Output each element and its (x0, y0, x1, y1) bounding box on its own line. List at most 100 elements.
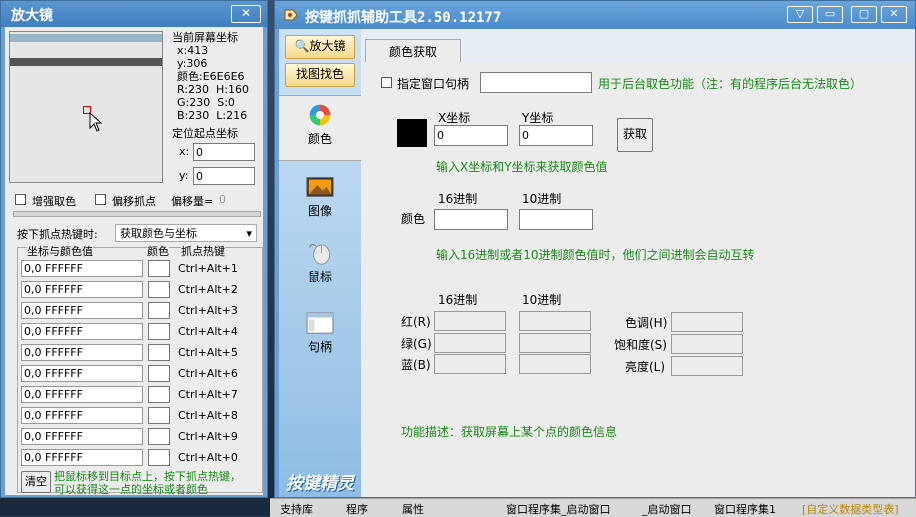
xy-hint: 输入X坐标和Y坐标来获取颜色值 (436, 160, 608, 174)
ide-tab-item[interactable]: 窗口程序集_启动窗口 (506, 501, 611, 517)
color-swatch-cell (148, 302, 170, 319)
sidebar-item-color-label: 颜色 (307, 132, 332, 146)
window-icon (306, 312, 334, 334)
blue-dec-box (519, 354, 591, 374)
color-swatch-cell (148, 407, 170, 424)
offset-checkbox[interactable] (95, 194, 106, 205)
coord-value-cell[interactable]: 0,0 FFFFFF (21, 344, 143, 361)
y-info: y:306 (177, 57, 208, 70)
offset-label: 偏移抓点 (112, 195, 156, 208)
blue-hex-box (434, 354, 506, 374)
find-image-button[interactable]: 找图找色 (285, 63, 355, 87)
specify-window-checkbox[interactable] (381, 77, 392, 88)
sidebar: 🔍放大镜 找图找色 颜色 图像 鼠标 句柄 按键精灵 (279, 29, 361, 497)
dropdown-menu-button[interactable]: ▽ (787, 6, 813, 23)
rh-info: R:230 H:160 (177, 83, 249, 96)
x-coord-label: X坐标 (438, 111, 471, 125)
coord-value-cell[interactable]: 0,0 FFFFFF (21, 386, 143, 403)
coord-value-cell[interactable]: 0,0 FFFFFF (21, 323, 143, 340)
sidebar-item-mouse[interactable]: 鼠标 (283, 241, 357, 285)
color-swatch-cell (148, 449, 170, 466)
ide-tab-strip: 支持库 程序 属性 窗口程序集_启动窗口 _启动窗口 窗口程序集1 [自定义数据类型表] (270, 498, 916, 517)
magnifier-body: 当前屏幕坐标 x:413 y:306 颜色:E6E6E6 R:230 H:160… (5, 27, 263, 496)
sidebar-item-image-label: 图像 (307, 204, 332, 218)
sidebar-item-handle-label: 句柄 (307, 340, 332, 354)
sidebar-item-color[interactable]: 颜色 (283, 103, 357, 147)
convert-hint: 输入16进制或者10进制颜色值时，他们之间进制会自动互转 (436, 248, 755, 262)
hotkey-cell: Ctrl+Alt+8 (178, 409, 238, 422)
hotkey-cell: Ctrl+Alt+3 (178, 304, 238, 317)
splitter-handle[interactable] (13, 211, 261, 217)
origin-y-input[interactable] (193, 167, 255, 185)
ide-tab-item[interactable]: 属性 (402, 501, 424, 517)
magnifier-button-label: 放大镜 (309, 39, 346, 53)
red-label: 红(R) (401, 315, 431, 329)
main-titlebar[interactable]: 按键抓抓辅助工具2.50.12177 ▽ ▭ ▢ ✕ (275, 1, 915, 29)
hotkey-cell: Ctrl+Alt+7 (178, 388, 238, 401)
magnified-view (9, 31, 163, 183)
saturation-label: 饱和度(S) (614, 338, 667, 352)
magnified-strip-light (10, 34, 162, 42)
close-button[interactable]: ✕ (881, 6, 907, 23)
magnifier-button[interactable]: 🔍放大镜 (285, 35, 355, 59)
coord-value-cell[interactable]: 0,0 FFFFFF (21, 260, 143, 277)
hotkey-cell: Ctrl+Alt+6 (178, 367, 238, 380)
sidebar-item-mouse-label: 鼠标 (307, 270, 332, 284)
coord-value-cell[interactable]: 0,0 FFFFFF (21, 428, 143, 445)
origin-x-label: x: (179, 145, 190, 158)
maximize-button[interactable]: ▢ (851, 6, 877, 23)
hex-color-input[interactable] (434, 209, 508, 230)
origin-x-input[interactable] (193, 143, 255, 161)
specify-window-label: 指定窗口句柄 (397, 77, 470, 91)
ide-tab-item[interactable]: [自定义数据类型表] (802, 501, 899, 517)
sidebar-item-handle[interactable]: 句柄 (283, 311, 357, 355)
main-title: 按键抓抓辅助工具2.50.12177 (305, 10, 502, 26)
blue-label: 蓝(B) (401, 358, 431, 372)
y-coord-label: Y坐标 (522, 111, 554, 125)
green-label: 绿(G) (401, 337, 432, 351)
mouse-cursor-icon (89, 112, 103, 132)
sidebar-item-image[interactable]: 图像 (283, 175, 357, 219)
magnified-strip-dark (10, 58, 162, 66)
app-icon (284, 9, 298, 21)
hint-line2: 可以获得这一点的坐标或者颜色 (54, 483, 208, 496)
magnifier-close-button[interactable]: ✕ (231, 5, 261, 23)
hotkey-select[interactable]: 获取颜色与坐标 ▾ (115, 224, 257, 242)
magnifier-titlebar[interactable]: 放大镜 (1, 1, 267, 27)
ide-tab-item[interactable]: 支持库 (280, 501, 313, 517)
hue-box (671, 312, 743, 332)
ide-tab-item[interactable]: 窗口程序集1 (714, 501, 776, 517)
hex-label-2: 16进制 (438, 293, 478, 307)
dec-color-input[interactable] (519, 209, 593, 230)
coord-value-cell[interactable]: 0,0 FFFFFF (21, 449, 143, 466)
color-swatch-cell (148, 344, 170, 361)
hotkey-label: 按下抓点热键时: (17, 228, 98, 241)
x-coord-input[interactable] (434, 125, 508, 146)
coord-value-cell[interactable]: 0,0 FFFFFF (21, 407, 143, 424)
bl-info: B:230 L:216 (177, 109, 248, 122)
clear-button[interactable]: 清空 (21, 471, 51, 493)
get-color-button[interactable]: 获取 (617, 118, 653, 152)
gs-info: G:230 S:0 (177, 96, 235, 109)
coord-value-cell[interactable]: 0,0 FFFFFF (21, 281, 143, 298)
coord-value-cell[interactable]: 0,0 FFFFFF (21, 365, 143, 382)
ide-tab-item[interactable]: _启动窗口 (642, 501, 692, 517)
ide-tab-item[interactable]: 程序 (346, 501, 368, 517)
hotkey-cell: Ctrl+Alt+1 (178, 262, 238, 275)
minimize-button[interactable]: ▭ (817, 6, 843, 23)
mouse-icon (309, 244, 330, 265)
x-info: x:413 (177, 44, 209, 57)
color-info: 颜色:E6E6E6 (177, 70, 245, 83)
enhance-checkbox[interactable] (15, 194, 26, 205)
coord-value-cell[interactable]: 0,0 FFFFFF (21, 302, 143, 319)
offset-amount-value: 0 (219, 193, 226, 206)
screen-coord-label: 当前屏幕坐标 (172, 31, 238, 44)
window-handle-input[interactable] (480, 72, 592, 93)
image-icon (306, 177, 334, 197)
y-coord-input[interactable] (519, 125, 593, 146)
specify-hint: 用于后台取色功能（注：有的程序后台无法取色） (598, 77, 863, 91)
tab-color-get[interactable]: 颜色获取 (365, 39, 461, 64)
hue-label: 色调(H) (625, 316, 668, 330)
color-swatch-cell (148, 428, 170, 445)
dec-label-2: 10进制 (522, 293, 562, 307)
